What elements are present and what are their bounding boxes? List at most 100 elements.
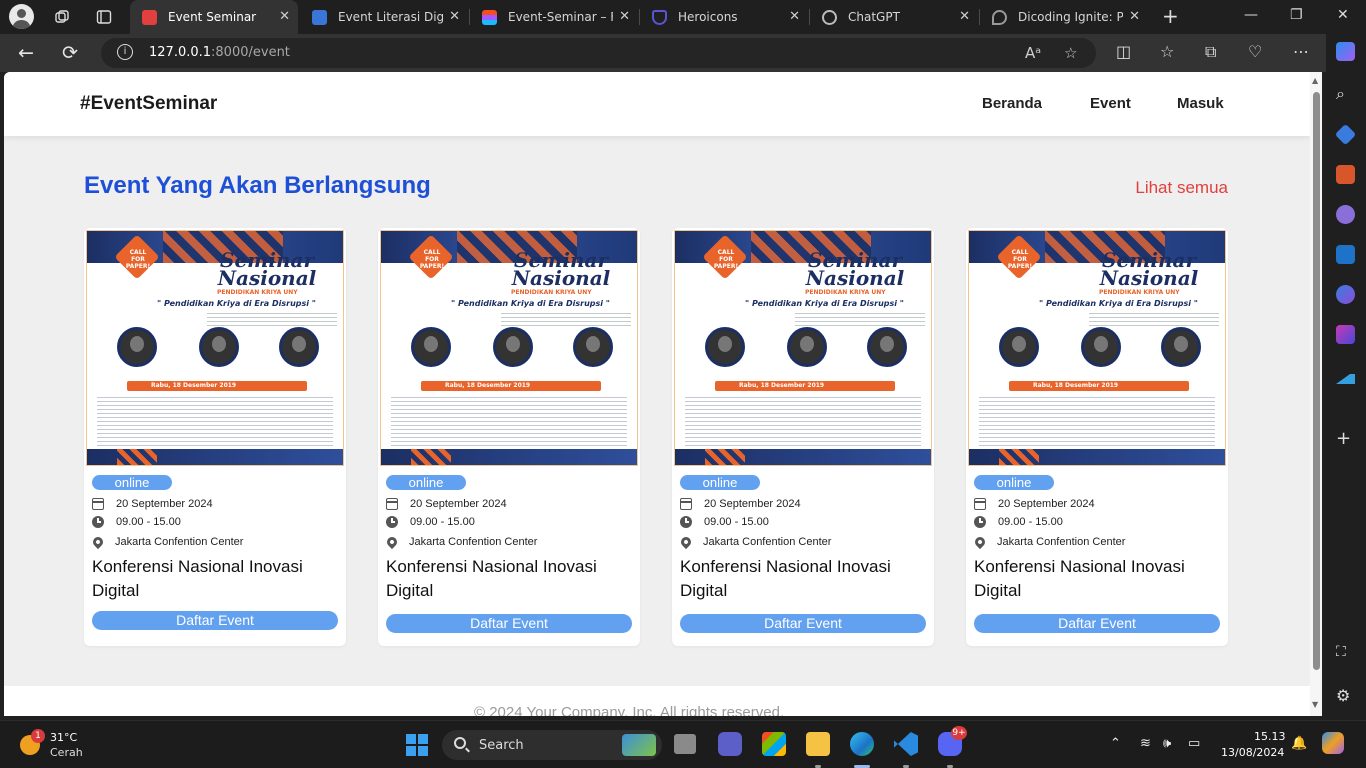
event-card[interactable]: CALL FOR PAPER! Seminar Nasional PENDIDI…	[966, 228, 1228, 646]
clock-time[interactable]: 15.13	[1254, 730, 1286, 743]
profile-avatar-icon[interactable]	[9, 4, 34, 29]
close-window-icon[interactable]: ✕	[1337, 7, 1349, 23]
footer-copyright: © 2024 Your Company, Inc. All rights res…	[474, 704, 785, 716]
scroll-down-icon[interactable]: ▼	[1312, 700, 1318, 709]
tab-title: Heroicons	[678, 10, 738, 24]
close-tab-icon[interactable]: ✕	[279, 9, 290, 24]
collections-icon[interactable]: ⧉	[1205, 42, 1216, 62]
poster-title: Seminar Nasional	[511, 248, 611, 290]
tab-dicoding[interactable]: Dicoding Ignite: Pathway ✕	[980, 0, 1148, 34]
scroll-thumb[interactable]	[1313, 92, 1320, 670]
speaker-photo	[199, 327, 239, 367]
calendar-icon	[386, 498, 398, 510]
event-poster-image[interactable]: CALL FOR PAPER! Seminar Nasional PENDIDI…	[380, 230, 638, 466]
volume-icon[interactable]: 🕪	[1163, 736, 1171, 751]
event-poster-image[interactable]: CALL FOR PAPER! Seminar Nasional PENDIDI…	[968, 230, 1226, 466]
register-event-button[interactable]: Daftar Event	[92, 611, 338, 630]
minimize-icon[interactable]: —	[1244, 7, 1258, 23]
event-location-row: Jakarta Confention Center	[384, 534, 537, 550]
scroll-up-icon[interactable]: ▲	[1312, 76, 1318, 85]
edge-icon[interactable]	[850, 732, 874, 756]
address-bar[interactable]: i 127.0.0.1:8000/event Aᵃ ☆	[101, 38, 1096, 68]
task-view-icon[interactable]	[674, 734, 696, 754]
battery-icon[interactable]: ▭	[1188, 736, 1200, 751]
shopping-icon[interactable]	[1334, 123, 1357, 146]
event-card[interactable]: CALL FOR PAPER! Seminar Nasional PENDIDI…	[378, 228, 640, 646]
vscode-icon[interactable]	[894, 732, 918, 756]
file-explorer-icon[interactable]	[806, 732, 830, 756]
wifi-icon[interactable]: ≋	[1140, 736, 1151, 751]
favorite-star-icon[interactable]: ☆	[1064, 44, 1077, 62]
close-tab-icon[interactable]: ✕	[959, 9, 970, 24]
close-tab-icon[interactable]: ✕	[619, 9, 630, 24]
event-title[interactable]: Konferensi Nasional Inovasi Digital	[92, 555, 332, 603]
browser-essentials-icon[interactable]: ♡	[1248, 42, 1262, 61]
clock-icon	[386, 516, 398, 528]
restore-icon[interactable]: ❐	[1290, 7, 1303, 23]
teams-icon[interactable]	[718, 732, 742, 756]
new-tab-button[interactable]: +	[1162, 4, 1179, 28]
games-icon[interactable]	[1336, 205, 1355, 224]
site-brand[interactable]: #EventSeminar	[80, 93, 217, 115]
close-tab-icon[interactable]: ✕	[1129, 9, 1140, 24]
register-event-button[interactable]: Daftar Event	[974, 614, 1220, 633]
event-title[interactable]: Konferensi Nasional Inovasi Digital	[680, 555, 920, 603]
register-event-button[interactable]: Daftar Event	[680, 614, 926, 633]
copilot-taskbar-icon[interactable]	[1322, 732, 1344, 754]
weather-description[interactable]: Cerah	[50, 746, 83, 759]
show-hidden-icons-icon[interactable]: ⌃	[1110, 736, 1121, 751]
event-card[interactable]: CALL FOR PAPER! Seminar Nasional PENDIDI…	[672, 228, 934, 646]
outlook-icon[interactable]	[1336, 245, 1355, 264]
copilot-icon[interactable]	[1336, 42, 1355, 61]
settings-more-icon[interactable]: ⋯	[1293, 42, 1309, 61]
nav-beranda[interactable]: Beranda	[982, 95, 1042, 112]
reload-icon[interactable]: ⟳	[62, 42, 78, 64]
site-info-icon[interactable]: i	[117, 44, 133, 60]
split-screen-icon[interactable]: ◫	[1116, 42, 1131, 61]
nav-event[interactable]: Event	[1090, 95, 1131, 112]
taskbar-search[interactable]: Search	[442, 730, 662, 760]
clock-date[interactable]: 13/08/2024	[1221, 746, 1284, 759]
sidebar-settings-icon[interactable]: ⚙	[1336, 686, 1355, 705]
event-card[interactable]: CALL FOR PAPER! Seminar Nasional PENDIDI…	[84, 228, 346, 646]
speaker-photo	[999, 327, 1039, 367]
clock-icon	[680, 516, 692, 528]
weather-temperature[interactable]: 31°C	[50, 731, 77, 744]
copilot-designer-icon[interactable]	[1336, 285, 1355, 304]
workspaces-icon[interactable]	[54, 9, 70, 25]
tools-icon[interactable]	[1336, 165, 1355, 184]
tab-figma[interactable]: Event-Seminar – Figma ✕	[470, 0, 638, 34]
event-time: 09.00 - 15.00	[998, 516, 1063, 528]
tab-chatgpt[interactable]: ChatGPT ✕	[810, 0, 978, 34]
tab-event-seminar[interactable]: Event Seminar ✕	[130, 0, 298, 34]
store-icon[interactable]	[762, 732, 786, 756]
designer-icon[interactable]	[1336, 325, 1355, 344]
tab-event-literasi[interactable]: Event Literasi Digital ✕	[300, 0, 468, 34]
tab-actions-icon[interactable]	[96, 9, 112, 25]
back-icon[interactable]: ←	[18, 42, 34, 64]
start-button[interactable]	[406, 734, 428, 756]
event-location: Jakarta Confention Center	[703, 536, 832, 548]
page-scrollbar[interactable]: ▲ ▼	[1310, 72, 1322, 716]
event-poster-image[interactable]: CALL FOR PAPER! Seminar Nasional PENDIDI…	[86, 230, 344, 466]
poster-date: Rabu, 18 Desember 2019	[445, 382, 531, 389]
tab-heroicons[interactable]: Heroicons ✕	[640, 0, 808, 34]
event-poster-image[interactable]: CALL FOR PAPER! Seminar Nasional PENDIDI…	[674, 230, 932, 466]
chatgpt-favicon-icon	[822, 10, 837, 25]
register-event-button[interactable]: Daftar Event	[386, 614, 632, 633]
see-all-link[interactable]: Lihat semua	[1135, 178, 1228, 198]
favorites-icon[interactable]: ☆	[1160, 42, 1174, 61]
add-sidebar-app-icon[interactable]: +	[1336, 428, 1355, 449]
site-navbar: #EventSeminar Beranda Event Masuk	[4, 72, 1310, 136]
notifications-bell-icon[interactable]: 🔔	[1291, 736, 1307, 751]
close-tab-icon[interactable]: ✕	[789, 9, 800, 24]
close-tab-icon[interactable]: ✕	[449, 9, 460, 24]
telegram-icon[interactable]	[1336, 365, 1355, 384]
nav-masuk[interactable]: Masuk	[1177, 95, 1224, 112]
search-sidebar-icon[interactable]: ⌕	[1336, 84, 1355, 103]
screenshot-icon[interactable]: ⛶	[1336, 644, 1355, 663]
event-title[interactable]: Konferensi Nasional Inovasi Digital	[974, 555, 1214, 603]
read-aloud-icon[interactable]: Aᵃ	[1025, 44, 1041, 62]
url-text[interactable]: 127.0.0.1:8000/event	[149, 45, 290, 60]
event-title[interactable]: Konferensi Nasional Inovasi Digital	[386, 555, 626, 603]
